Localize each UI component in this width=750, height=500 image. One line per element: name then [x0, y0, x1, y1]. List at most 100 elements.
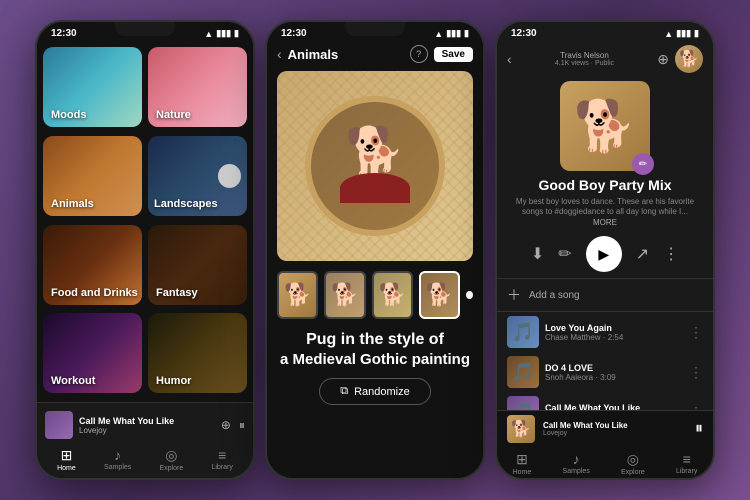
category-landscapes-label: Landscapes: [154, 198, 218, 210]
save-button[interactable]: Save: [434, 47, 473, 62]
status-icons-2: ▲ ▮▮▮ ▮: [434, 28, 469, 39]
nav-samples[interactable]: ♪ Samples: [104, 447, 131, 472]
p3-mini-info: Call Me What You Like Lovejoy: [543, 421, 687, 437]
signal-icon-2: ▮▮▮: [446, 28, 461, 39]
time-2: 12:30: [281, 28, 307, 39]
portrait-circle: 🐕: [305, 96, 445, 236]
phone-2: 12:30 ▲ ▮▮▮ ▮ ‹ Animals ? Save: [265, 20, 485, 480]
category-fantasy[interactable]: Fantasy: [148, 225, 247, 305]
p3-bottom-bar: 🐕 Call Me What You Like Lovejoy ⏸: [497, 410, 713, 447]
desc-text: My best boy loves to dance. These are hi…: [516, 197, 694, 216]
thumbnail-3[interactable]: 🐕: [372, 271, 413, 319]
bottom-nav-1: ⊞ Home ♪ Samples ◎ Explore ≡ Library: [43, 443, 247, 474]
category-humor-label: Humor: [156, 375, 191, 387]
pug-caption: Pug in the style of a Medieval Gothic pa…: [267, 325, 483, 370]
p3-add-song[interactable]: ＋ Add a song: [497, 278, 713, 312]
circle-decoration: [218, 164, 241, 188]
song-1-more[interactable]: ⋮: [689, 324, 703, 341]
play-button[interactable]: ▶: [586, 236, 622, 272]
status-icons-1: ▲ ▮▮▮ ▮: [204, 28, 239, 39]
portrait-content: 🐕: [305, 96, 445, 236]
song-1-info: Love You Again Chase Matthew · 2:54: [545, 323, 683, 342]
help-button[interactable]: ?: [410, 45, 428, 63]
share-icon[interactable]: ↗: [636, 244, 649, 264]
category-workout[interactable]: Workout: [43, 313, 142, 393]
nav-home-label: Home: [57, 465, 76, 472]
song-item-3[interactable]: 🎵 Call Me What You Like Lovejoy ⋮: [497, 392, 713, 410]
category-fantasy-label: Fantasy: [156, 287, 198, 299]
thumbnails-row: 🐕 🐕 🐕 🐕: [267, 265, 483, 325]
p3-user-info: Travis Nelson 4.1K views · Public: [518, 51, 652, 67]
more-icon[interactable]: ⋮: [663, 244, 679, 264]
cast-icon-3[interactable]: ⊕: [657, 51, 669, 68]
p3-mini-artist: Lovejoy: [543, 430, 687, 437]
signal-icon-3: ▮▮▮: [676, 28, 691, 39]
song-item-2[interactable]: 🎵 DO 4 LOVE Snoh Aaleora · 3:09 ⋮: [497, 352, 713, 392]
signal-icon: ▮▮▮: [216, 28, 231, 39]
back-button-3[interactable]: ‹: [507, 51, 512, 67]
wifi-icon: ▲: [204, 29, 213, 39]
save-label: Save: [442, 49, 465, 60]
song-2-artist: Snoh Aaleora · 3:09: [545, 373, 683, 382]
category-moods[interactable]: Moods: [43, 47, 142, 127]
thumbnail-2[interactable]: 🐕: [324, 271, 365, 319]
battery-icon-2: ▮: [464, 28, 469, 39]
nav-library-3[interactable]: ≡ Library: [676, 451, 697, 476]
download-icon[interactable]: ⬇: [531, 244, 544, 264]
caption-main: Pug in the style of: [277, 331, 473, 349]
song-item-1[interactable]: 🎵 Love You Again Chase Matthew · 2:54 ⋮: [497, 312, 713, 352]
home-icon: ⊞: [61, 447, 73, 464]
nav-samples-label: Samples: [104, 464, 131, 471]
p2-header: ‹ Animals ? Save: [267, 41, 483, 67]
np-controls: ⊕ ⏸: [221, 418, 245, 433]
nav-home-3[interactable]: ⊞ Home: [513, 451, 532, 476]
np-thumb: [45, 411, 73, 439]
nav-samples-3[interactable]: ♪ Samples: [563, 451, 590, 476]
song-list: 🎵 Love You Again Chase Matthew · 2:54 ⋮ …: [497, 312, 713, 410]
cast-icon[interactable]: ⊕: [221, 418, 231, 432]
battery-icon: ▮: [234, 28, 239, 39]
song-2-thumb: 🎵: [507, 356, 539, 388]
nav-library[interactable]: ≡ Library: [211, 447, 232, 472]
thumb-emoji-2: 🐕: [331, 282, 358, 308]
p3-mini-thumb: 🐕: [507, 415, 535, 443]
wifi-icon-2: ▲: [434, 29, 443, 39]
pause-icon[interactable]: ⏸: [239, 418, 245, 433]
phone-1-content: 12:30 ▲ ▮▮▮ ▮ Moods Nature Animals: [37, 22, 253, 478]
edit-icon[interactable]: ✏: [558, 244, 571, 264]
song-2-info: DO 4 LOVE Snoh Aaleora · 3:09: [545, 363, 683, 382]
battery-icon-3: ▮: [694, 28, 699, 39]
randomize-button[interactable]: ⧉ Randomize: [319, 378, 431, 405]
back-button-2[interactable]: ‹: [277, 46, 282, 62]
nav-explore[interactable]: ◎ Explore: [160, 447, 184, 472]
p3-album-art: 🐕 ✏: [560, 81, 650, 171]
notch-3: [575, 22, 635, 36]
thumbnail-1[interactable]: 🐕: [277, 271, 318, 319]
p3-views: 4.1K views · Public: [555, 60, 614, 67]
now-playing-bar[interactable]: Call Me What You Like Lovejoy ⊕ ⏸: [43, 407, 247, 443]
more-label[interactable]: MORE: [593, 218, 617, 227]
song-2-more[interactable]: ⋮: [689, 364, 703, 381]
edit-button[interactable]: ✏: [632, 153, 654, 175]
p3-avatar: 🐕: [675, 45, 703, 73]
category-nature-label: Nature: [156, 109, 191, 121]
category-humor[interactable]: Humor: [148, 313, 247, 393]
thumb-emoji-1: 🐕: [284, 282, 311, 308]
wifi-icon-3: ▲: [664, 29, 673, 39]
nav-explore-3[interactable]: ◎ Explore: [621, 451, 645, 476]
p3-pause-icon[interactable]: ⏸: [695, 420, 703, 438]
pug-face-emoji: 🐕: [345, 129, 405, 177]
thumbnail-4[interactable]: 🐕: [419, 271, 460, 319]
phone-2-content: 12:30 ▲ ▮▮▮ ▮ ‹ Animals ? Save: [267, 22, 483, 478]
category-workout-label: Workout: [51, 375, 95, 387]
category-food[interactable]: Food and Drinks: [43, 225, 142, 305]
time-1: 12:30: [51, 28, 77, 39]
category-nature[interactable]: Nature: [148, 47, 247, 127]
caption-prefix: Pug: [306, 331, 336, 348]
nav-home[interactable]: ⊞ Home: [57, 447, 76, 472]
nav-home-label-3: Home: [513, 469, 532, 476]
home-icon-3: ⊞: [516, 451, 528, 468]
category-landscapes[interactable]: Landscapes: [148, 136, 247, 216]
category-animals[interactable]: Animals: [43, 136, 142, 216]
album-art-container: 🐕 ✏: [560, 77, 650, 175]
